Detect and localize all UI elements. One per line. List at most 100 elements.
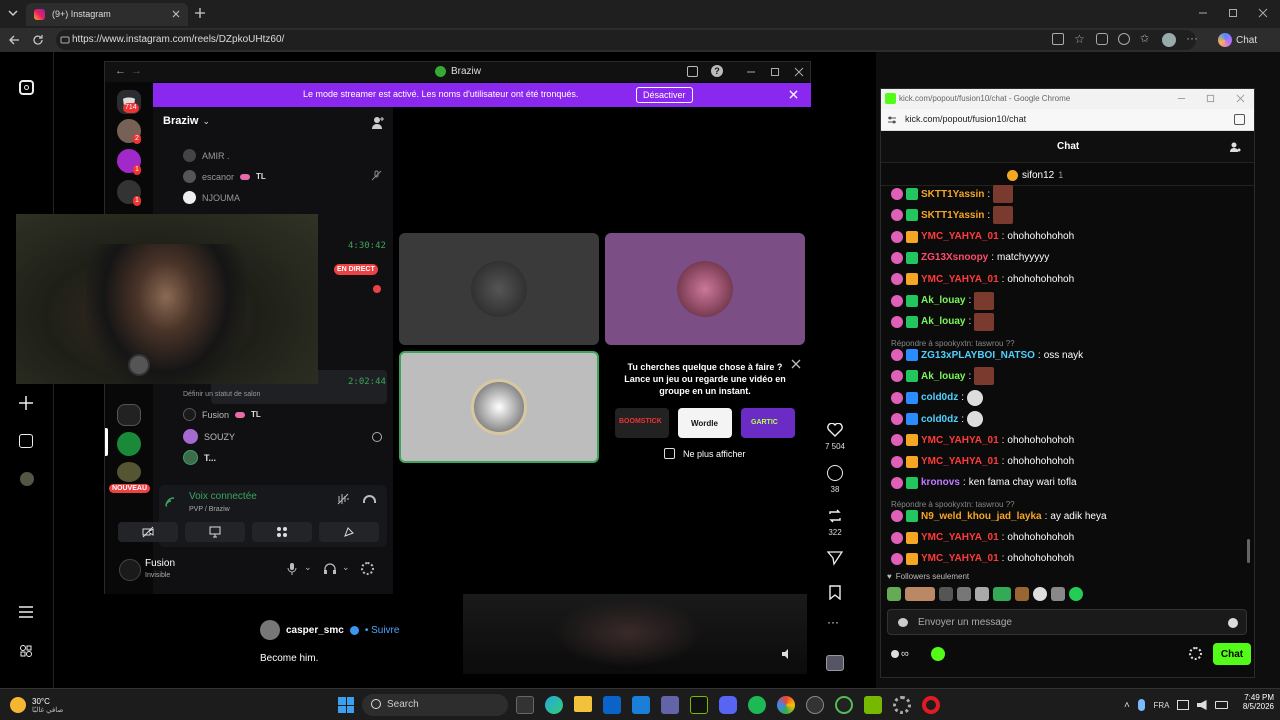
chat-username[interactable]: ZG13xPLAYBOI_NATSO — [921, 350, 1035, 361]
reel-video[interactable] — [463, 588, 807, 674]
share-icon[interactable] — [827, 550, 843, 566]
participant-tile-speaking[interactable] — [399, 351, 599, 463]
dashboard-icon[interactable] — [19, 434, 33, 448]
chat-username[interactable]: N9_weld_khou_jad_layka — [921, 511, 1042, 522]
chat-message[interactable]: YMC_YAHYA_01: ohohohohohoh — [891, 431, 1074, 449]
inbox-icon[interactable] — [687, 66, 698, 77]
back-icon[interactable] — [8, 34, 20, 46]
more-options-icon[interactable]: ··· — [827, 616, 843, 628]
disconnect-icon[interactable] — [363, 495, 376, 503]
profile-avatar[interactable] — [1162, 33, 1176, 47]
show-hidden-icons-icon[interactable]: ˄ — [1124, 700, 1130, 711]
points-icon[interactable]: ∞ — [891, 647, 917, 661]
close-icon[interactable] — [1236, 94, 1245, 103]
voice-member-row[interactable]: SOUZY — [183, 429, 235, 444]
chat-message[interactable]: Ak_louay: — [891, 312, 995, 331]
close-tab-icon[interactable] — [171, 9, 181, 19]
emote-icon[interactable] — [1033, 587, 1047, 601]
headphones-icon[interactable] — [324, 563, 336, 575]
chat-username[interactable]: YMC_YAHYA_01 — [921, 231, 999, 242]
send-chat-button[interactable]: Chat — [1213, 643, 1251, 665]
file-explorer-icon[interactable] — [574, 696, 592, 712]
settings-gear-icon[interactable] — [361, 562, 374, 575]
audio-thumbnail[interactable] — [826, 655, 844, 671]
server-avatar-flag[interactable] — [117, 432, 141, 456]
kick-url-text[interactable]: kick.com/popout/fusion10/chat — [905, 114, 1026, 124]
camera-off-button[interactable] — [118, 522, 178, 542]
nvidia-icon[interactable] — [690, 696, 708, 714]
teams-icon[interactable] — [661, 696, 679, 714]
minimize-icon[interactable] — [746, 67, 756, 77]
disable-streamer-mode-button[interactable]: Désactiver — [636, 87, 693, 103]
chat-scrollbar[interactable] — [1247, 539, 1250, 563]
refresh-icon[interactable] — [32, 34, 44, 46]
tab-list-chevron-icon[interactable] — [6, 6, 20, 20]
chat-username[interactable]: SKTT1Yassin — [921, 189, 984, 200]
create-icon[interactable] — [18, 395, 34, 411]
emote-icon[interactable] — [1015, 587, 1029, 601]
minimize-icon[interactable] — [1198, 8, 1208, 18]
emote-icon[interactable] — [887, 587, 901, 601]
voice-member-row[interactable]: T... — [183, 450, 216, 465]
chrome-icon[interactable] — [777, 696, 795, 714]
chat-message[interactable]: SKTT1Yassin: — [891, 185, 1014, 203]
add-member-icon[interactable] — [371, 116, 385, 130]
chat-message[interactable]: YMC_YAHYA_01: ohohohohohoh — [891, 529, 1074, 547]
help-icon[interactable]: ? — [711, 65, 723, 77]
screen-share-button[interactable] — [185, 522, 245, 542]
user-avatar[interactable] — [119, 559, 141, 581]
chat-username[interactable]: YMC_YAHYA_01 — [921, 435, 999, 446]
new-tab-icon[interactable] — [194, 7, 206, 19]
outlook-icon[interactable] — [603, 696, 621, 714]
chat-message[interactable]: YMC_YAHYA_01: ohohohohohoh — [891, 453, 1074, 471]
meta-apps-icon[interactable] — [19, 644, 33, 658]
translate-icon[interactable] — [1234, 114, 1245, 125]
headphones-chevron-icon[interactable]: ⌄ — [342, 562, 350, 573]
user-settings-icon[interactable] — [1229, 141, 1241, 153]
save-icon[interactable] — [829, 585, 841, 600]
activity-tile-boomstick[interactable]: BOOMSTICK — [615, 408, 669, 438]
server-avatar-new[interactable] — [117, 462, 141, 482]
chat-message[interactable]: YMC_YAHYA_01: ohohohohohoh — [891, 270, 1074, 288]
participant-tile-2[interactable] — [605, 233, 805, 345]
chat-message[interactable]: Ak_louay: — [891, 367, 995, 386]
set-channel-status[interactable]: Définir un statut de salon — [183, 391, 260, 398]
discord-icon[interactable] — [719, 696, 737, 714]
comment-icon[interactable] — [827, 465, 843, 481]
profile-avatar-small[interactable] — [20, 472, 34, 486]
chat-username[interactable]: cold0dz — [921, 414, 958, 425]
mic-chevron-icon[interactable]: ⌄ — [304, 562, 312, 573]
xbox-icon[interactable] — [835, 696, 853, 714]
more-menu-icon[interactable]: ··· — [1186, 32, 1200, 45]
close-suggestion-icon[interactable] — [791, 359, 801, 369]
chat-message[interactable]: Ak_louay: — [891, 291, 995, 310]
favorite-star-icon[interactable]: ☆ — [1074, 33, 1086, 45]
store-icon[interactable] — [632, 696, 650, 714]
settings-icon[interactable] — [893, 696, 911, 714]
emote-icon[interactable] — [1069, 587, 1083, 601]
instagram-logo-icon[interactable] — [19, 80, 34, 95]
chat-message[interactable]: kronovs: ken fama chay wari tofla — [891, 474, 1077, 492]
collections-icon[interactable] — [1118, 33, 1130, 45]
spotify-icon[interactable] — [748, 696, 766, 714]
chat-message[interactable]: ZG13xPLAYBOI_NATSO: oss nayk — [891, 346, 1083, 364]
emote-icon[interactable] — [993, 587, 1011, 601]
voice-member-row[interactable]: escanor TL — [183, 170, 266, 183]
chat-username[interactable]: YMC_YAHYA_01 — [921, 553, 999, 564]
voice-member-row[interactable]: Fusion TL — [183, 408, 261, 421]
repost-icon[interactable] — [827, 508, 843, 524]
opera-icon[interactable] — [922, 696, 940, 714]
close-window-icon[interactable] — [1258, 8, 1268, 18]
minimize-icon[interactable] — [1177, 94, 1186, 103]
emote-icon[interactable] — [1051, 587, 1065, 601]
chat-username[interactable]: YMC_YAHYA_01 — [921, 532, 999, 543]
nvidia-app-icon[interactable] — [864, 696, 882, 714]
microphone-tray-icon[interactable] — [1137, 699, 1146, 711]
site-info-icon[interactable] — [60, 35, 70, 45]
taskbar-search[interactable]: Search — [362, 694, 508, 716]
maximize-icon[interactable] — [770, 67, 780, 77]
input-language[interactable]: FRA — [1153, 701, 1169, 710]
emote-icon[interactable] — [975, 587, 989, 601]
noise-suppression-icon[interactable] — [337, 493, 349, 505]
chat-message[interactable]: SKTT1Yassin: — [891, 206, 1014, 225]
